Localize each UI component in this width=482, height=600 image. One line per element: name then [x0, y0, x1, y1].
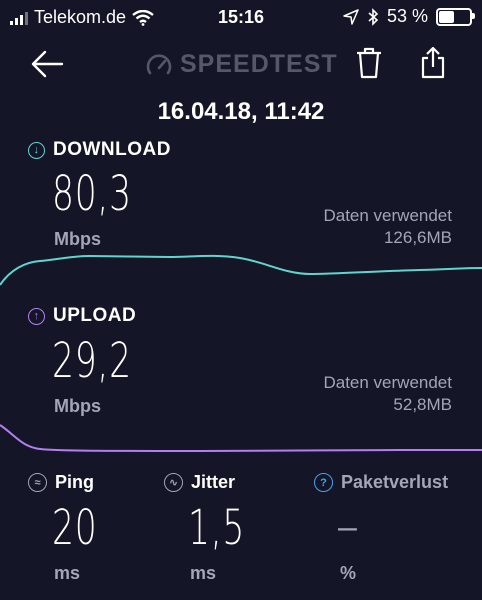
download-label-group: ↓ DOWNLOAD [28, 139, 171, 161]
download-data-used-label: Daten verwendet [323, 206, 452, 225]
upload-graph-line [0, 424, 482, 453]
download-graph-line [0, 254, 482, 286]
jitter-unit: ms [190, 563, 217, 583]
ping-unit: ms [54, 563, 81, 583]
share-icon[interactable] [420, 46, 446, 80]
back-arrow-icon[interactable] [30, 50, 64, 78]
battery-percent: 53 % [386, 6, 428, 26]
info-question-icon[interactable]: ? [314, 473, 333, 492]
download-graph [0, 254, 482, 286]
packet-loss-unit: % [340, 563, 357, 583]
location-arrow-icon [343, 8, 359, 25]
jitter-label-group: ∿ Jitter [164, 472, 235, 493]
upload-arrow-icon: ↑ [28, 307, 45, 325]
status-bar: Telekom.de 15:16 53 % [0, 0, 482, 34]
jitter-icon: ∿ [164, 473, 183, 492]
upload-graph [0, 424, 482, 453]
ping-icon: ≈ [28, 473, 47, 492]
test-date: 16.04.18, 11:42 [157, 98, 325, 125]
ping-label: Ping [55, 472, 94, 492]
packet-loss-label-group: ? Paketverlust [314, 472, 448, 493]
upload-value: 29,2 [52, 333, 132, 389]
packet-loss-label: Paketverlust [341, 472, 449, 492]
upload-data-used-label: Daten verwendet [323, 373, 452, 392]
upload-data-used-value: 52,8MB [393, 395, 452, 414]
ping-value: 20 [52, 500, 98, 556]
app-header: SPEEDTEST [0, 42, 482, 86]
jitter-value: 1,5 [188, 500, 246, 556]
upload-label-group: ↑ UPLOAD [28, 305, 136, 327]
download-value: 80,3 [52, 166, 132, 222]
brand-name: SPEEDTEST [180, 50, 338, 78]
speedometer-icon [146, 53, 172, 74]
ping-label-group: ≈ Ping [28, 472, 94, 493]
download-label: DOWNLOAD [53, 139, 171, 160]
trash-icon[interactable] [354, 46, 384, 80]
download-arrow-icon: ↓ [28, 141, 45, 159]
jitter-label: Jitter [191, 472, 236, 492]
battery-level-fill [439, 10, 454, 23]
bluetooth-icon [368, 7, 379, 26]
packet-loss-value: – [338, 508, 357, 546]
status-right-group: 53 % [343, 6, 475, 27]
upload-unit: Mbps [54, 396, 101, 416]
speedtest-logo: SPEEDTEST [146, 50, 338, 79]
upload-label: UPLOAD [53, 305, 137, 326]
battery-icon [436, 7, 475, 26]
